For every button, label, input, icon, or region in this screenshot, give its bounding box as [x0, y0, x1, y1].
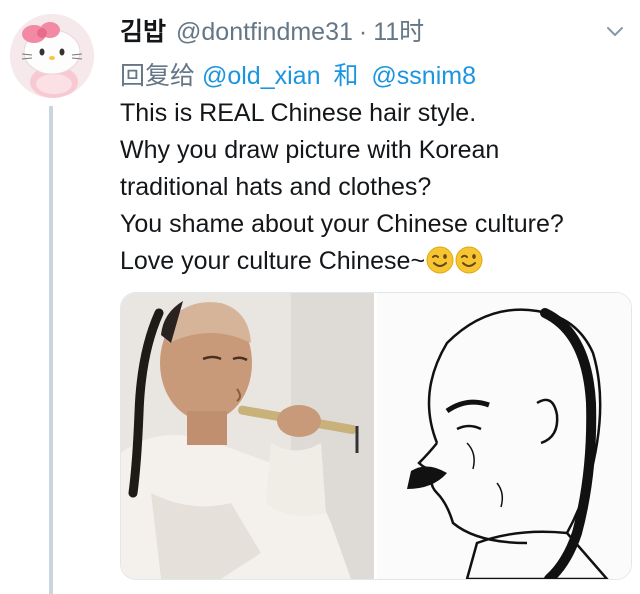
- line-drawing-man-with-queue: [377, 293, 631, 579]
- reply-context: 回复给 @old_xian 和 @ssnim8: [120, 56, 476, 92]
- tweet-text-line: This is REAL Chinese hair style.: [120, 99, 477, 127]
- tweet-text-line: traditional hats and clothes?: [120, 173, 432, 201]
- tweet-text-line: Why you draw picture with Korean: [120, 136, 500, 164]
- media-photo-left[interactable]: [121, 293, 374, 579]
- reply-conjunction: 和: [333, 62, 359, 90]
- tweet-text-line-last: Love your culture Chinese~: [120, 243, 635, 280]
- separator-dot: ·: [358, 18, 368, 46]
- tweet-text: This is REAL Chinese hair style. Why you…: [120, 95, 635, 280]
- tweet[interactable]: 김밥 @dontfindme31 · 11时 回复给 @old_xian 和 @…: [0, 0, 640, 594]
- media-photo-right[interactable]: [377, 293, 631, 579]
- mention-link-1[interactable]: @old_xian: [202, 62, 321, 90]
- winking-face-icon: [455, 246, 483, 274]
- winking-face-icon: [426, 246, 454, 274]
- chevron-down-icon[interactable]: [604, 20, 626, 42]
- hello-kitty-avatar-image: [10, 14, 94, 98]
- avatar[interactable]: [10, 14, 94, 98]
- reply-prefix: 回复给: [120, 62, 196, 90]
- thread-line: [49, 106, 53, 594]
- tweet-header: 김밥 @dontfindme31 · 11时: [120, 12, 424, 48]
- user-handle[interactable]: @dontfindme31: [176, 18, 353, 47]
- timestamp[interactable]: 11时: [373, 12, 424, 48]
- tweet-text-line: You shame about your Chinese culture?: [120, 210, 564, 238]
- mention-link-2[interactable]: @ssnim8: [371, 62, 476, 90]
- man-with-queue-hairstyle-photo: [121, 293, 374, 579]
- tweet-text-line: Love your culture Chinese~: [120, 247, 426, 275]
- tweet-media[interactable]: [120, 292, 632, 580]
- display-name[interactable]: 김밥: [120, 12, 166, 48]
